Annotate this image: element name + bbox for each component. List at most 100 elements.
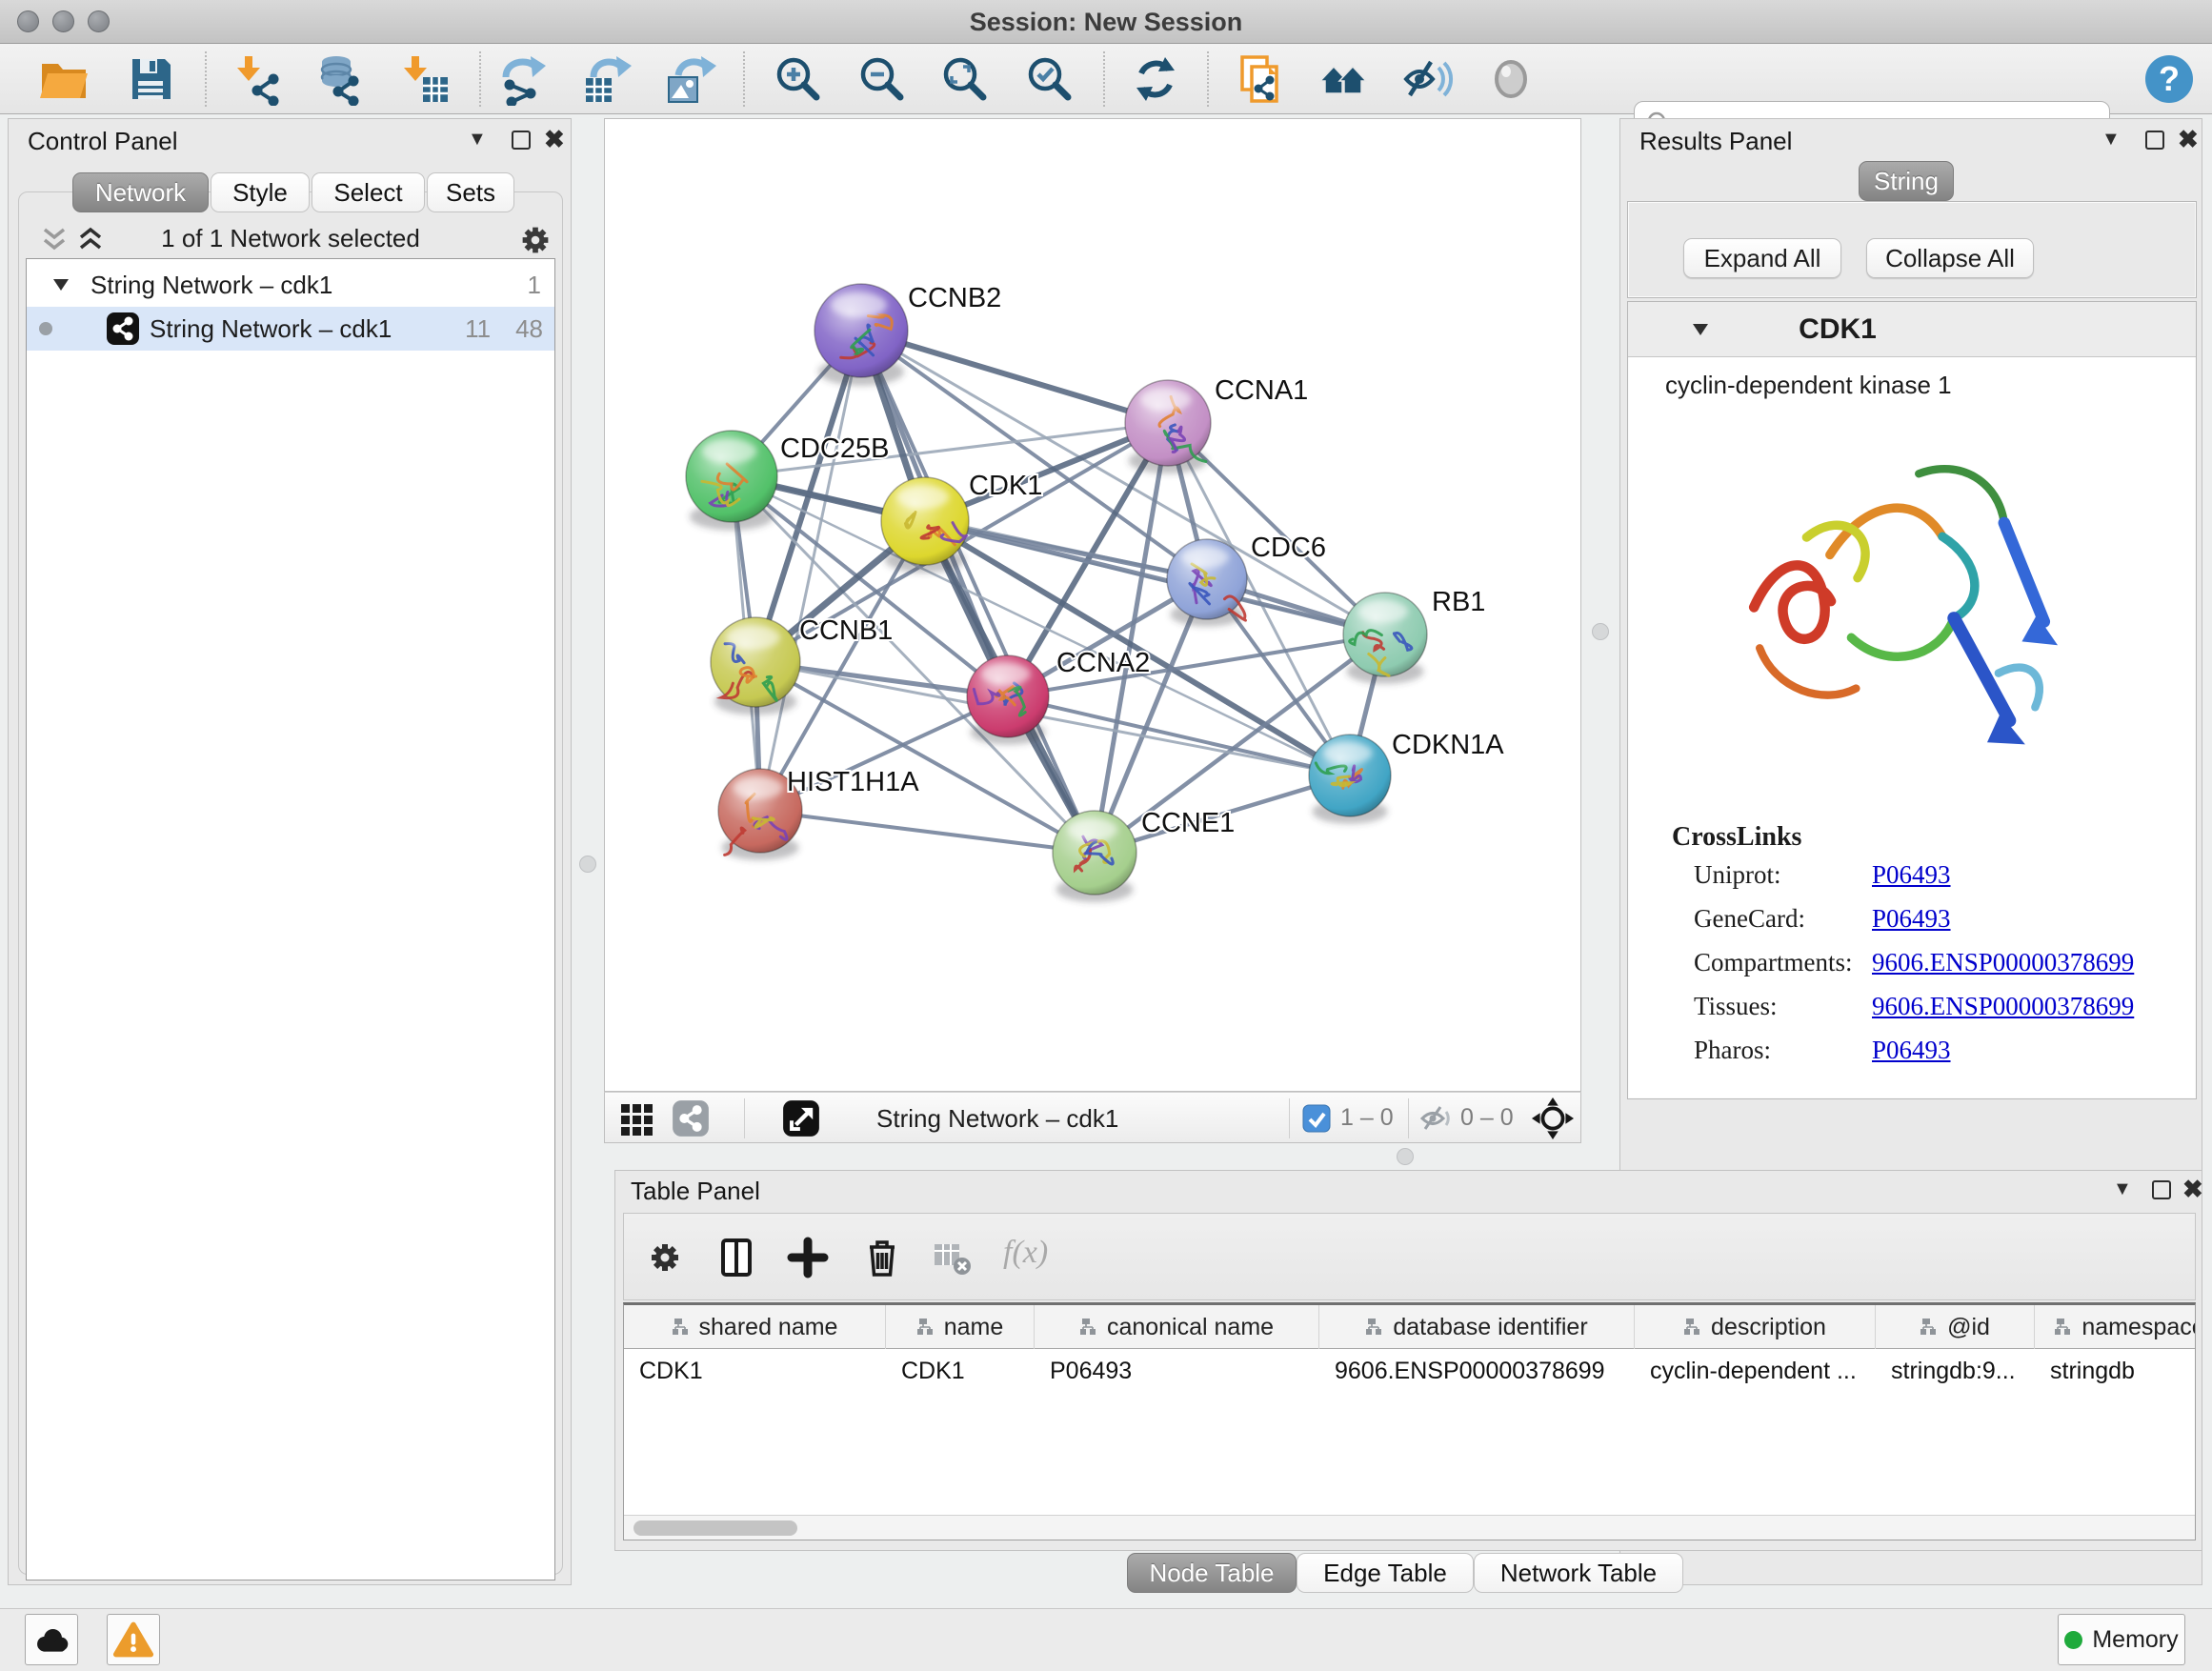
show-columns-icon[interactable]	[715, 1237, 757, 1278]
toolbar-separator	[1207, 51, 1209, 107]
tab-string[interactable]: String	[1859, 161, 1954, 201]
close-panel-icon[interactable]: ✖	[2182, 1175, 2203, 1204]
import-network-button[interactable]	[231, 52, 285, 106]
node-CDC25B[interactable]	[686, 431, 777, 531]
crosslink-link[interactable]: 9606.ENSP00000378699	[1872, 992, 2134, 1021]
collapse-panel-icon[interactable]: ▼	[2101, 129, 2121, 151]
network-row-selected[interactable]: String Network – cdk1 11 48	[27, 307, 554, 351]
bottom-splitter-handle[interactable]	[1397, 1148, 1414, 1165]
network-collection-row[interactable]: String Network – cdk1 1	[27, 263, 554, 307]
hide-show-button[interactable]	[1401, 52, 1455, 106]
export-network-button[interactable]	[496, 52, 550, 106]
open-in-new-window-icon[interactable]	[782, 1099, 820, 1137]
crosslink-link[interactable]: P06493	[1872, 904, 1951, 934]
memory-button[interactable]: Memory	[2058, 1614, 2185, 1665]
add-column-icon[interactable]	[787, 1237, 829, 1278]
cell-name[interactable]: CDK1	[886, 1349, 1035, 1393]
import-network-from-database-button[interactable]	[312, 52, 365, 106]
column-header-name[interactable]: name	[886, 1305, 1035, 1349]
expand-all-button[interactable]: Expand All	[1683, 238, 1841, 278]
float-panel-icon[interactable]	[512, 131, 531, 150]
warnings-button[interactable]	[107, 1614, 160, 1665]
cloud-status-button[interactable]	[25, 1614, 78, 1665]
cell-description[interactable]: cyclin-dependent ...	[1635, 1349, 1876, 1393]
float-panel-icon[interactable]	[2145, 131, 2164, 150]
node-CDKN1A[interactable]	[1309, 735, 1391, 824]
cell-canonical-name[interactable]: P06493	[1035, 1349, 1319, 1393]
cell-shared-name[interactable]: CDK1	[624, 1349, 886, 1393]
zoom-out-button[interactable]	[855, 52, 909, 106]
crosslink-link[interactable]: P06493	[1872, 1036, 1951, 1065]
tab-node-table[interactable]: Node Table	[1127, 1553, 1297, 1593]
home-button[interactable]	[1317, 52, 1371, 106]
tab-edge-table[interactable]: Edge Table	[1297, 1553, 1474, 1593]
delete-table-icon[interactable]	[931, 1237, 973, 1278]
column-header--id[interactable]: @id	[1876, 1305, 2035, 1349]
right-splitter-handle[interactable]	[1592, 623, 1609, 640]
cell-database-identifier[interactable]: 9606.ENSP00000378699	[1319, 1349, 1635, 1393]
tab-network-table[interactable]: Network Table	[1474, 1553, 1683, 1593]
save-session-button[interactable]	[124, 52, 177, 106]
hidden-eye-icon[interactable]	[1420, 1104, 1453, 1133]
delete-column-icon[interactable]	[861, 1237, 903, 1278]
zoom-in-button[interactable]	[772, 52, 825, 106]
column-header-namespace[interactable]: namespace	[2035, 1305, 2196, 1349]
open-session-button[interactable]	[37, 52, 90, 106]
left-splitter-handle[interactable]	[579, 856, 596, 873]
edge-HIST1H1A-CCNE1[interactable]	[760, 811, 1095, 853]
node-CCNA1[interactable]	[1125, 380, 1211, 473]
node-RB1[interactable]	[1343, 593, 1427, 684]
horizontal-scrollbar[interactable]	[624, 1515, 2195, 1540]
column-header-description[interactable]: description	[1635, 1305, 1876, 1349]
gear-icon[interactable]	[644, 1237, 686, 1278]
crosslink-link[interactable]: P06493	[1872, 860, 1951, 890]
node-CDC6[interactable]	[1167, 539, 1247, 627]
crosslink-link[interactable]: 9606.ENSP00000378699	[1872, 948, 2134, 977]
help-button[interactable]: ?	[2142, 51, 2195, 105]
preview-button[interactable]	[1484, 52, 1538, 106]
edge-CCNA2-CDKN1A[interactable]	[1008, 696, 1350, 775]
node-CCNB1[interactable]	[711, 617, 800, 715]
birds-eye-view-icon[interactable]	[1531, 1097, 1575, 1140]
selected-checkbox-icon[interactable]	[1302, 1104, 1331, 1133]
tree-expand-icon[interactable]	[53, 279, 70, 292]
tab-style[interactable]: Style	[211, 172, 310, 212]
table-row[interactable]: CDK1CDK1P064939606.ENSP00000378699cyclin…	[624, 1349, 2196, 1393]
node-CCNB2[interactable]	[814, 284, 908, 386]
grid-view-icon[interactable]	[620, 1103, 653, 1136]
collapse-panel-icon[interactable]: ▼	[2113, 1178, 2132, 1200]
network-share-icon[interactable]	[672, 1099, 710, 1137]
scrollbar-thumb[interactable]	[633, 1520, 797, 1536]
gear-icon[interactable]	[515, 220, 555, 260]
tab-select[interactable]: Select	[312, 172, 425, 212]
collapse-panel-icon[interactable]: ▼	[468, 129, 487, 151]
protein-header[interactable]: CDK1	[1628, 302, 2196, 357]
node-CDK1[interactable]	[881, 477, 969, 573]
function-builder-icon[interactable]: f(x)	[1003, 1235, 1048, 1271]
tab-network[interactable]: Network	[72, 172, 209, 212]
edge-CCNB2-HIST1H1A[interactable]	[760, 331, 861, 811]
zoom-selected-button[interactable]	[1023, 52, 1076, 106]
share-document-button[interactable]	[1235, 52, 1288, 106]
cell--id[interactable]: stringdb:9...	[1876, 1349, 2035, 1393]
collapse-all-button[interactable]: Collapse All	[1866, 238, 2034, 278]
import-table-button[interactable]	[398, 52, 452, 106]
edge-CCNB2-CCNA1[interactable]	[861, 331, 1168, 423]
export-table-button[interactable]	[580, 52, 633, 106]
node-CCNE1[interactable]	[1053, 811, 1136, 902]
cell-namespace[interactable]: stringdb	[2035, 1349, 2196, 1393]
node-CCNA2[interactable]	[967, 655, 1049, 745]
close-panel-icon[interactable]: ✖	[2178, 125, 2199, 154]
network-canvas[interactable]: CCNB2CCNA1CDC25BCDK1CDC6RB1CCNB1CCNA2CDK…	[604, 118, 1581, 1092]
column-header-database-identifier[interactable]: database identifier	[1319, 1305, 1635, 1349]
tab-sets[interactable]: Sets	[427, 172, 514, 212]
column-header-shared-name[interactable]: shared name	[624, 1305, 886, 1349]
fit-content-button[interactable]	[938, 52, 992, 106]
collapse-section-icon[interactable]	[1693, 324, 1709, 336]
export-image-button[interactable]	[663, 52, 716, 106]
string-network-graph[interactable]: CCNB2CCNA1CDC25BCDK1CDC6RB1CCNB1CCNA2CDK…	[605, 119, 1580, 1091]
close-panel-icon[interactable]: ✖	[544, 125, 565, 154]
float-panel-icon[interactable]	[2152, 1180, 2171, 1199]
column-header-canonical-name[interactable]: canonical name	[1035, 1305, 1319, 1349]
refresh-button[interactable]	[1129, 52, 1182, 106]
